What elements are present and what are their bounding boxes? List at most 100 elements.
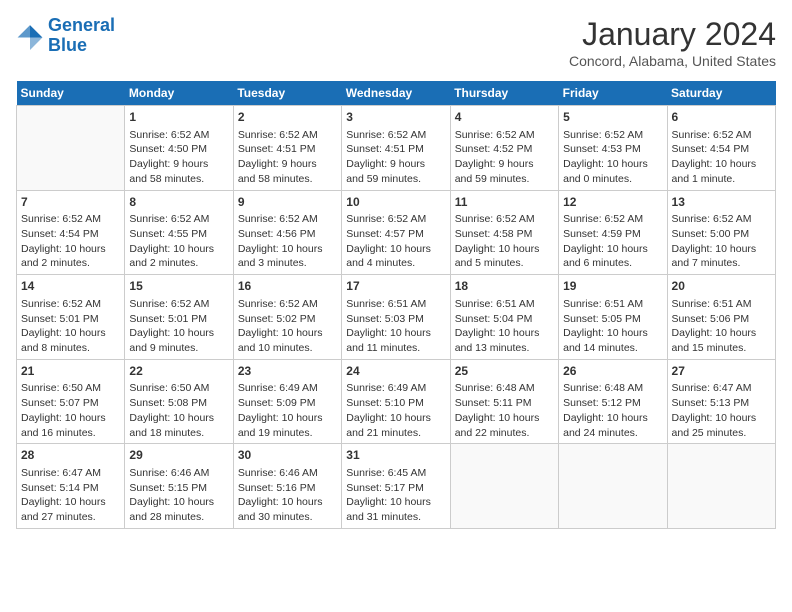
day-number: 29 bbox=[129, 447, 228, 464]
calendar-cell: 24Sunrise: 6:49 AM Sunset: 5:10 PM Dayli… bbox=[342, 359, 450, 444]
day-info: Sunrise: 6:48 AM Sunset: 5:12 PM Dayligh… bbox=[563, 381, 662, 440]
day-info: Sunrise: 6:47 AM Sunset: 5:14 PM Dayligh… bbox=[21, 466, 120, 525]
title-block: January 2024 Concord, Alabama, United St… bbox=[569, 16, 776, 69]
calendar-week-row: 21Sunrise: 6:50 AM Sunset: 5:07 PM Dayli… bbox=[17, 359, 776, 444]
logo-icon bbox=[16, 22, 44, 50]
day-info: Sunrise: 6:47 AM Sunset: 5:13 PM Dayligh… bbox=[672, 381, 771, 440]
day-number: 16 bbox=[238, 278, 337, 295]
calendar-table: SundayMondayTuesdayWednesdayThursdayFrid… bbox=[16, 81, 776, 529]
calendar-cell: 25Sunrise: 6:48 AM Sunset: 5:11 PM Dayli… bbox=[450, 359, 558, 444]
weekday-header-row: SundayMondayTuesdayWednesdayThursdayFrid… bbox=[17, 81, 776, 106]
day-number: 10 bbox=[346, 194, 445, 211]
day-number: 22 bbox=[129, 363, 228, 380]
day-number: 18 bbox=[455, 278, 554, 295]
day-info: Sunrise: 6:51 AM Sunset: 5:05 PM Dayligh… bbox=[563, 297, 662, 356]
calendar-cell: 2 Sunrise: 6:52 AM Sunset: 4:51 PM Daylig… bbox=[233, 106, 341, 191]
calendar-week-row: 1 Sunrise: 6:52 AM Sunset: 4:50 PM Daylig… bbox=[17, 106, 776, 191]
calendar-cell: 18Sunrise: 6:51 AM Sunset: 5:04 PM Dayli… bbox=[450, 275, 558, 360]
day-number: 31 bbox=[346, 447, 445, 464]
calendar-cell: 23Sunrise: 6:49 AM Sunset: 5:09 PM Dayli… bbox=[233, 359, 341, 444]
day-info: Sunrise: 6:52 AM Sunset: 4:51 PM Dayligh… bbox=[238, 128, 337, 187]
calendar-cell: 6 Sunrise: 6:52 AM Sunset: 4:54 PM Daylig… bbox=[667, 106, 775, 191]
day-number: 6 bbox=[672, 109, 771, 126]
calendar-cell: 4 Sunrise: 6:52 AM Sunset: 4:52 PM Daylig… bbox=[450, 106, 558, 191]
calendar-cell: 5 Sunrise: 6:52 AM Sunset: 4:53 PM Daylig… bbox=[559, 106, 667, 191]
calendar-cell: 12Sunrise: 6:52 AM Sunset: 4:59 PM Dayli… bbox=[559, 190, 667, 275]
weekday-label: Wednesday bbox=[342, 81, 450, 106]
day-number: 8 bbox=[129, 194, 228, 211]
logo-text: General Blue bbox=[48, 16, 115, 56]
calendar-cell: 28 Sunrise: 6:47 AM Sunset: 5:14 PM Dayli… bbox=[17, 444, 125, 529]
day-number: 3 bbox=[346, 109, 445, 126]
day-number: 15 bbox=[129, 278, 228, 295]
calendar-week-row: 14Sunrise: 6:52 AM Sunset: 5:01 PM Dayli… bbox=[17, 275, 776, 360]
calendar-cell bbox=[559, 444, 667, 529]
calendar-cell: 30 Sunrise: 6:46 AM Sunset: 5:16 PM Dayli… bbox=[233, 444, 341, 529]
weekday-label: Thursday bbox=[450, 81, 558, 106]
day-info: Sunrise: 6:52 AM Sunset: 4:54 PM Dayligh… bbox=[21, 212, 120, 271]
day-info: Sunrise: 6:52 AM Sunset: 4:56 PM Dayligh… bbox=[238, 212, 337, 271]
day-info: Sunrise: 6:49 AM Sunset: 5:10 PM Dayligh… bbox=[346, 381, 445, 440]
day-number: 30 bbox=[238, 447, 337, 464]
day-info: Sunrise: 6:52 AM Sunset: 4:57 PM Dayligh… bbox=[346, 212, 445, 271]
day-info: Sunrise: 6:52 AM Sunset: 5:02 PM Dayligh… bbox=[238, 297, 337, 356]
day-number: 1 bbox=[129, 109, 228, 126]
calendar-title: January 2024 bbox=[569, 16, 776, 53]
day-number: 5 bbox=[563, 109, 662, 126]
day-info: Sunrise: 6:49 AM Sunset: 5:09 PM Dayligh… bbox=[238, 381, 337, 440]
day-info: Sunrise: 6:52 AM Sunset: 4:55 PM Dayligh… bbox=[129, 212, 228, 271]
calendar-cell: 8Sunrise: 6:52 AM Sunset: 4:55 PM Daylig… bbox=[125, 190, 233, 275]
calendar-cell: 13Sunrise: 6:52 AM Sunset: 5:00 PM Dayli… bbox=[667, 190, 775, 275]
day-number: 20 bbox=[672, 278, 771, 295]
day-info: Sunrise: 6:51 AM Sunset: 5:03 PM Dayligh… bbox=[346, 297, 445, 356]
day-number: 26 bbox=[563, 363, 662, 380]
day-number: 24 bbox=[346, 363, 445, 380]
day-number: 23 bbox=[238, 363, 337, 380]
calendar-cell: 16 Sunrise: 6:52 AM Sunset: 5:02 PM Dayli… bbox=[233, 275, 341, 360]
day-info: Sunrise: 6:50 AM Sunset: 5:08 PM Dayligh… bbox=[129, 381, 228, 440]
day-number: 7 bbox=[21, 194, 120, 211]
day-info: Sunrise: 6:52 AM Sunset: 5:01 PM Dayligh… bbox=[129, 297, 228, 356]
day-number: 2 bbox=[238, 109, 337, 126]
day-info: Sunrise: 6:50 AM Sunset: 5:07 PM Dayligh… bbox=[21, 381, 120, 440]
day-info: Sunrise: 6:52 AM Sunset: 4:59 PM Dayligh… bbox=[563, 212, 662, 271]
day-info: Sunrise: 6:45 AM Sunset: 5:17 PM Dayligh… bbox=[346, 466, 445, 525]
logo-line1: General bbox=[48, 15, 115, 35]
day-info: Sunrise: 6:52 AM Sunset: 5:00 PM Dayligh… bbox=[672, 212, 771, 271]
day-number: 27 bbox=[672, 363, 771, 380]
calendar-cell bbox=[450, 444, 558, 529]
day-number: 25 bbox=[455, 363, 554, 380]
day-number: 13 bbox=[672, 194, 771, 211]
day-info: Sunrise: 6:51 AM Sunset: 5:06 PM Dayligh… bbox=[672, 297, 771, 356]
day-info: Sunrise: 6:52 AM Sunset: 4:52 PM Dayligh… bbox=[455, 128, 554, 187]
calendar-cell: 27Sunrise: 6:47 AM Sunset: 5:13 PM Dayli… bbox=[667, 359, 775, 444]
day-info: Sunrise: 6:48 AM Sunset: 5:11 PM Dayligh… bbox=[455, 381, 554, 440]
day-info: Sunrise: 6:52 AM Sunset: 4:54 PM Dayligh… bbox=[672, 128, 771, 187]
calendar-body: 1 Sunrise: 6:52 AM Sunset: 4:50 PM Daylig… bbox=[17, 106, 776, 529]
calendar-cell: 26Sunrise: 6:48 AM Sunset: 5:12 PM Dayli… bbox=[559, 359, 667, 444]
calendar-cell bbox=[17, 106, 125, 191]
day-info: Sunrise: 6:52 AM Sunset: 4:58 PM Dayligh… bbox=[455, 212, 554, 271]
day-info: Sunrise: 6:46 AM Sunset: 5:15 PM Dayligh… bbox=[129, 466, 228, 525]
calendar-cell: 9Sunrise: 6:52 AM Sunset: 4:56 PM Daylig… bbox=[233, 190, 341, 275]
calendar-cell: 15 Sunrise: 6:52 AM Sunset: 5:01 PM Dayli… bbox=[125, 275, 233, 360]
weekday-label: Tuesday bbox=[233, 81, 341, 106]
calendar-cell: 17 Sunrise: 6:51 AM Sunset: 5:03 PM Dayli… bbox=[342, 275, 450, 360]
day-info: Sunrise: 6:52 AM Sunset: 4:50 PM Dayligh… bbox=[129, 128, 228, 187]
day-number: 4 bbox=[455, 109, 554, 126]
day-number: 28 bbox=[21, 447, 120, 464]
calendar-cell: 22Sunrise: 6:50 AM Sunset: 5:08 PM Dayli… bbox=[125, 359, 233, 444]
logo-line2: Blue bbox=[48, 35, 87, 55]
day-info: Sunrise: 6:52 AM Sunset: 4:53 PM Dayligh… bbox=[563, 128, 662, 187]
calendar-cell: 3Sunrise: 6:52 AM Sunset: 4:51 PM Daylig… bbox=[342, 106, 450, 191]
day-number: 19 bbox=[563, 278, 662, 295]
calendar-week-row: 28 Sunrise: 6:47 AM Sunset: 5:14 PM Dayli… bbox=[17, 444, 776, 529]
day-info: Sunrise: 6:46 AM Sunset: 5:16 PM Dayligh… bbox=[238, 466, 337, 525]
day-number: 21 bbox=[21, 363, 120, 380]
day-number: 11 bbox=[455, 194, 554, 211]
calendar-cell: 10Sunrise: 6:52 AM Sunset: 4:57 PM Dayli… bbox=[342, 190, 450, 275]
calendar-cell: 20 Sunrise: 6:51 AM Sunset: 5:06 PM Dayli… bbox=[667, 275, 775, 360]
day-number: 12 bbox=[563, 194, 662, 211]
day-number: 17 bbox=[346, 278, 445, 295]
calendar-cell: 31 Sunrise: 6:45 AM Sunset: 5:17 PM Dayli… bbox=[342, 444, 450, 529]
